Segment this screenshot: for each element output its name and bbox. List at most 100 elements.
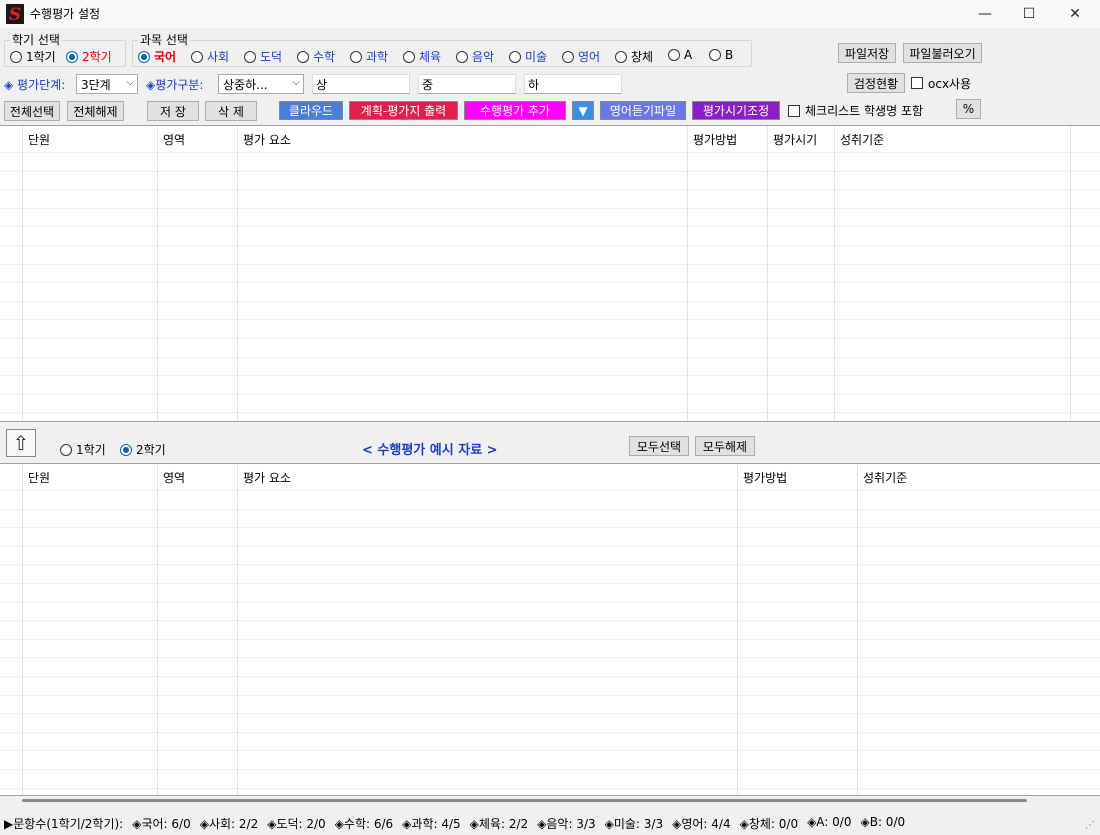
- subject-radio-3[interactable]: 도덕: [244, 48, 282, 65]
- subject-radio-9[interactable]: 영어: [562, 48, 600, 65]
- status-count-item: ◈음악: 3/3: [537, 817, 596, 831]
- subject-radio-5[interactable]: 과학: [350, 48, 388, 65]
- sample-semester-radio-2[interactable]: 2학기: [120, 441, 166, 458]
- radio-indicator: [10, 50, 22, 63]
- sample-select-all-button[interactable]: 모두선택: [629, 436, 689, 456]
- radio-indicator: [297, 50, 309, 63]
- status-count-item: ◈도덕: 2/0: [267, 817, 326, 831]
- arrow-up-icon[interactable]: ⇧: [6, 429, 36, 457]
- lower-header-standard: 성취기준: [863, 471, 908, 485]
- upper-header-standard: 성취기준: [840, 133, 885, 147]
- semester-radio-2[interactable]: 2학기: [66, 48, 112, 65]
- grade-high-input[interactable]: 상: [312, 74, 410, 94]
- checklist-student-checkbox[interactable]: [788, 105, 800, 117]
- lower-sample-grid[interactable]: 단원 영역 평가 요소 평가방법 성취기준: [0, 463, 1100, 796]
- file-save-button[interactable]: 파일저장: [838, 43, 896, 63]
- eval-stage-select[interactable]: 3단계 ⌵: [76, 74, 138, 94]
- lower-header-area: 영역: [163, 471, 186, 485]
- subject-radio-4[interactable]: 수학: [297, 48, 335, 65]
- upper-header-element: 평가 요소: [243, 133, 291, 147]
- upper-eval-grid[interactable]: 단원 영역 평가 요소 평가방법 평가시기 성취기준: [0, 125, 1100, 422]
- minimize-button[interactable]: —: [962, 0, 1008, 28]
- semester-group-legend: 학기 선택: [10, 31, 62, 48]
- eval-time-adjust-button[interactable]: 평가시기조정: [692, 101, 780, 120]
- dropdown-arrow-button[interactable]: ▼: [572, 101, 594, 120]
- eval-stage-label: ◈ 평가단계:: [4, 78, 66, 92]
- resize-grip-icon[interactable]: ⋰: [1085, 820, 1095, 831]
- subject-radio-12[interactable]: B: [709, 48, 733, 62]
- lower-header-method: 평가방법: [743, 471, 788, 485]
- chevron-down-icon: ⌵: [292, 77, 300, 88]
- subject-radio-10[interactable]: 창체: [615, 48, 653, 65]
- subject-radio-6[interactable]: 체육: [403, 48, 441, 65]
- radio-indicator: [191, 50, 203, 63]
- chevron-down-icon: ⌵: [126, 77, 134, 88]
- status-count-item: ◈A: 0/0: [807, 815, 852, 829]
- checklist-student-label: 체크리스트 학생명 포함: [805, 104, 924, 118]
- sample-semester-radio-1[interactable]: 1학기: [60, 441, 106, 458]
- deselect-all-button[interactable]: 전체해제: [67, 101, 124, 121]
- upper-header-method: 평가방법: [693, 133, 738, 147]
- radio-indicator: [403, 50, 415, 63]
- grade-low-input[interactable]: 하: [524, 74, 622, 94]
- radio-indicator: [244, 50, 256, 63]
- sample-deselect-all-button[interactable]: 모두해제: [695, 436, 755, 456]
- ocx-checkbox[interactable]: [911, 77, 923, 89]
- check-status-button[interactable]: 검정현황: [847, 73, 905, 93]
- percent-button[interactable]: %: [956, 99, 981, 119]
- radio-indicator: [668, 49, 680, 61]
- status-bar: ▶문항수(1학기/2학기): ◈국어: 6/0 ◈사회: 2/2 ◈도덕: 2/0 ◈…: [0, 812, 1100, 835]
- radio-indicator: [138, 50, 150, 63]
- lower-header-element: 평가 요소: [243, 471, 291, 485]
- status-count-item: ◈수학: 6/6: [334, 817, 394, 831]
- upper-header-area: 영역: [163, 133, 186, 147]
- radio-indicator: [60, 443, 72, 456]
- ocx-label: ocx사용: [928, 77, 972, 91]
- subject-radio-8[interactable]: 미술: [509, 48, 547, 65]
- radio-indicator: [509, 50, 521, 63]
- status-count-item: ◈사회: 2/2: [199, 817, 259, 831]
- app-logo-icon: S: [6, 4, 24, 24]
- upper-header-time: 평가시기: [773, 133, 818, 147]
- svg-text:S: S: [9, 5, 21, 24]
- eval-type-label: ◈평가구분:: [146, 78, 204, 92]
- sample-data-title: < 수행평가 예시 자료 >: [362, 443, 498, 458]
- status-count-item: ◈체육: 2/2: [469, 817, 529, 831]
- status-count-item: ◈과학: 4/5: [402, 817, 461, 831]
- delete-button[interactable]: 삭 제: [205, 101, 257, 121]
- radio-indicator: [120, 443, 132, 456]
- status-count-item: ◈B: 0/0: [860, 815, 906, 829]
- add-eval-button[interactable]: 수행평가 추가: [464, 101, 566, 120]
- status-count-item: ◈미술: 3/3: [604, 817, 664, 831]
- grade-mid-input[interactable]: 중: [418, 74, 516, 94]
- subject-radio-11[interactable]: A: [668, 48, 692, 62]
- semester-radio-1[interactable]: 1학기: [10, 48, 56, 65]
- maximize-button[interactable]: ☐: [1006, 0, 1052, 28]
- radio-indicator: [615, 50, 627, 63]
- select-all-button[interactable]: 전체선택: [4, 101, 60, 121]
- subject-radio-2[interactable]: 사회: [191, 48, 229, 65]
- window-title: 수행평가 설정: [30, 7, 101, 21]
- plan-print-button[interactable]: 계획-평가지 출력: [349, 101, 458, 120]
- radio-indicator: [562, 50, 574, 63]
- horizontal-scrollbar[interactable]: [22, 799, 1027, 802]
- close-button[interactable]: ✕: [1052, 0, 1098, 28]
- status-counts: ◈국어: 6/0 ◈사회: 2/2 ◈도덕: 2/0 ◈수학: 6/6 ◈과학: 4/5…: [132, 815, 905, 832]
- status-prefix: ▶문항수(1학기/2학기):: [4, 817, 124, 831]
- file-load-button[interactable]: 파일불러오기: [903, 43, 982, 63]
- eval-type-select[interactable]: 상중하... ⌵: [218, 74, 304, 94]
- subject-group-legend: 과목 선택: [138, 31, 190, 48]
- upper-header-unit: 단원: [28, 133, 51, 147]
- radio-indicator: [350, 50, 362, 63]
- title-bar: S 수행평가 설정 — ☐ ✕: [0, 0, 1100, 28]
- cloud-button[interactable]: 클라우드: [279, 101, 343, 120]
- radio-indicator: [66, 50, 78, 63]
- save-button[interactable]: 저 장: [147, 101, 199, 121]
- lower-header-unit: 단원: [28, 471, 51, 485]
- status-count-item: ◈국어: 6/0: [132, 817, 191, 831]
- status-count-item: ◈창체: 0/0: [739, 817, 799, 831]
- subject-radio-7[interactable]: 음악: [456, 48, 494, 65]
- english-listening-file-button[interactable]: 영어듣기파일: [600, 101, 686, 120]
- radio-indicator: [709, 49, 721, 61]
- subject-radio-1[interactable]: 국어: [138, 48, 176, 65]
